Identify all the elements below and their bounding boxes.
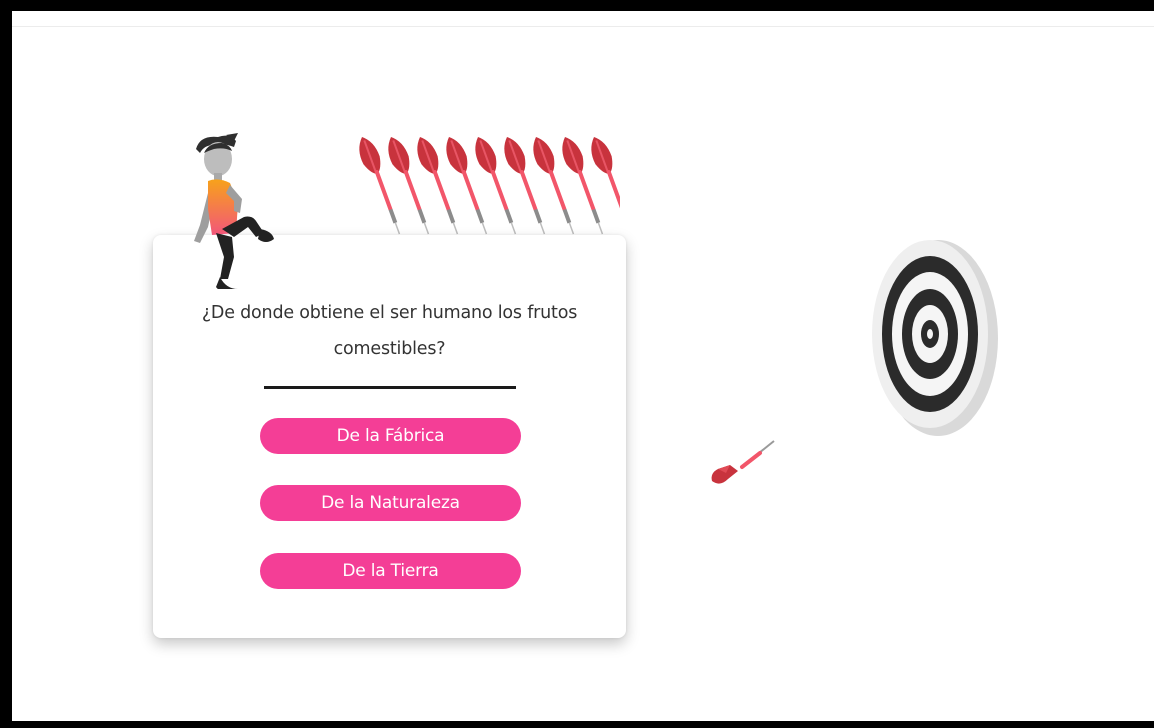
page-frame: ¿De donde obtiene el ser humano los frut… <box>12 11 1154 721</box>
divider-line <box>264 386 516 389</box>
dartboard-icon <box>872 240 998 436</box>
answer-button-naturaleza[interactable]: De la Naturaleza <box>260 485 521 521</box>
character-icon <box>194 133 274 289</box>
answer-button-fabrica[interactable]: De la Fábrica <box>260 418 521 454</box>
dart-icon <box>591 137 620 212</box>
flying-dart-icon <box>711 440 775 484</box>
question-text: ¿De donde obtiene el ser humano los frut… <box>201 303 578 359</box>
top-border-line <box>12 26 1154 27</box>
quiz-card: ¿De donde obtiene el ser humano los frut… <box>153 235 626 638</box>
answer-button-tierra[interactable]: De la Tierra <box>260 553 521 589</box>
